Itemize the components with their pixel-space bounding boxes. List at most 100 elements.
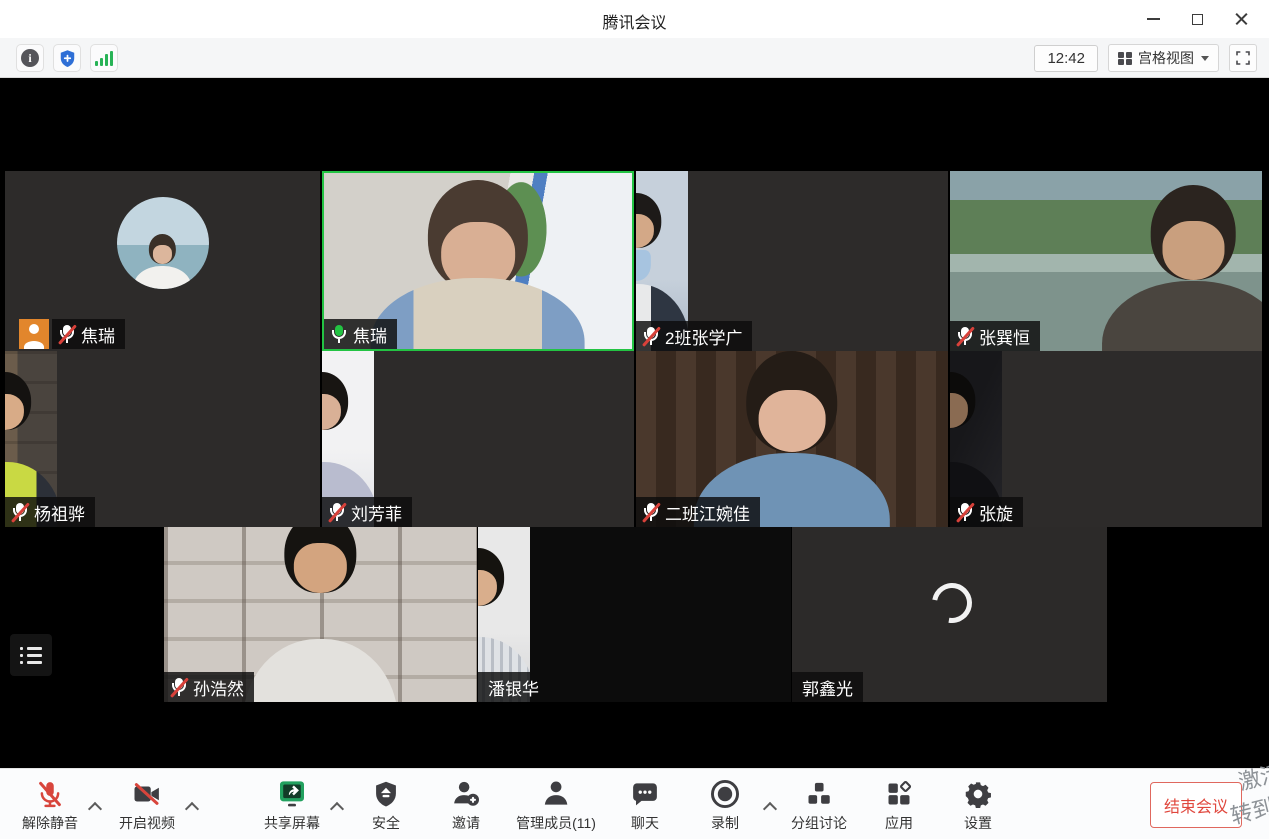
apps-label: 应用 (885, 813, 913, 833)
tencent-meeting-window: 腾讯会议 i 12:42 宫格视图 (0, 0, 1269, 839)
nameplate: 刘芳菲 (322, 497, 412, 527)
window-controls (1131, 0, 1263, 38)
mic-muted-icon (171, 677, 187, 698)
participant-tile[interactable]: 二班江婉佳 (636, 351, 948, 527)
meeting-timer: 12:42 (1034, 45, 1098, 72)
share-screen-button[interactable]: 共享屏幕 (264, 777, 320, 833)
participant-tile[interactable]: 杨祖骅 (5, 351, 320, 527)
participant-name: 孙浩然 (193, 675, 244, 700)
security-button[interactable]: 安全 (372, 777, 400, 833)
mic-muted-icon (643, 502, 659, 523)
control-toolbar: 解除静音 开启视频 共享屏幕 安全 邀请 管理成员(11) 聊天 (0, 768, 1269, 839)
member-list-toggle-button[interactable] (10, 634, 52, 676)
network-status-button[interactable] (90, 44, 118, 72)
minimize-button[interactable] (1131, 0, 1175, 38)
apps-button[interactable]: 应用 (885, 777, 913, 833)
mic-muted-icon (329, 502, 345, 523)
participant-tile-speaking[interactable]: 焦瑞 (322, 171, 634, 351)
nameplate: 杨祖骅 (5, 497, 95, 527)
record-icon (709, 778, 741, 810)
window-title: 腾讯会议 (0, 9, 1269, 33)
face-mask (636, 250, 650, 282)
security-label: 安全 (372, 813, 400, 833)
record-button[interactable]: 录制 (709, 777, 741, 833)
settings-gear-icon (964, 780, 992, 808)
nameplate: 焦瑞 (324, 319, 397, 349)
participant-tile[interactable]: 张旋 (950, 351, 1262, 527)
nameplate: 郭鑫光 (792, 672, 863, 702)
chat-button[interactable]: 聊天 (630, 777, 660, 833)
members-icon (541, 779, 571, 809)
chat-bubble-icon (630, 779, 660, 809)
camera-off-icon (131, 779, 163, 809)
participant-tile[interactable]: 焦瑞 (5, 171, 320, 351)
fullscreen-icon (1235, 50, 1251, 66)
meeting-protect-button[interactable] (53, 44, 81, 72)
settings-label: 设置 (964, 813, 992, 833)
breakout-squares-icon (805, 780, 833, 808)
mic-muted-icon (59, 324, 75, 345)
participant-tile[interactable]: 张巽恒 (950, 171, 1262, 351)
participant-name: 潘银华 (488, 675, 539, 700)
grid-view-icon (1118, 52, 1131, 65)
nameplate: 焦瑞 (19, 319, 125, 349)
participant-name: 杨祖骅 (34, 500, 85, 525)
nameplate: 孙浩然 (164, 672, 254, 702)
start-video-label: 开启视频 (119, 813, 175, 833)
mic-muted-icon (35, 779, 65, 809)
breakout-rooms-button[interactable]: 分组讨论 (791, 777, 847, 833)
nameplate: 张巽恒 (950, 321, 1040, 351)
shield-plus-icon (58, 49, 77, 68)
layout-view-selector[interactable]: 宫格视图 (1108, 44, 1219, 72)
nameplate: 张旋 (950, 497, 1023, 527)
mic-muted-icon (957, 502, 973, 523)
mic-on-icon (331, 324, 347, 345)
nameplate: 2班张学广 (636, 321, 752, 351)
share-options-chevron[interactable] (332, 801, 342, 811)
participant-name: 焦瑞 (353, 322, 387, 347)
end-meeting-button[interactable]: 结束会议 (1150, 782, 1242, 828)
signal-icon (95, 50, 113, 66)
participant-name: 二班江婉佳 (665, 500, 750, 525)
participant-name: 张旋 (979, 500, 1013, 525)
participant-tile[interactable]: 潘银华 (478, 527, 791, 702)
participant-tile[interactable]: 郭鑫光 (792, 527, 1107, 702)
security-shield-icon (372, 780, 400, 808)
maximize-button[interactable] (1175, 0, 1219, 38)
nameplate: 潘银华 (478, 672, 549, 702)
titlebar: 腾讯会议 (0, 0, 1269, 38)
settings-button[interactable]: 设置 (964, 777, 992, 833)
participant-name: 刘芳菲 (351, 500, 402, 525)
nameplate: 二班江婉佳 (636, 497, 760, 527)
manage-members-button[interactable]: 管理成员(11) (516, 777, 596, 833)
mic-muted-icon (957, 326, 973, 347)
meeting-info-button[interactable]: i (16, 44, 44, 72)
start-video-button[interactable]: 开启视频 (119, 777, 175, 833)
participant-name: 2班张学广 (665, 324, 742, 349)
manage-members-label: 管理成员(11) (516, 813, 596, 833)
participant-tile[interactable]: 刘芳菲 (322, 351, 634, 527)
mic-options-chevron[interactable] (90, 801, 100, 811)
mic-muted-icon (12, 502, 28, 523)
apps-grid-icon (885, 780, 913, 808)
breakout-label: 分组讨论 (791, 813, 847, 833)
participant-tile[interactable]: 孙浩然 (164, 527, 477, 702)
record-options-chevron[interactable] (765, 801, 775, 811)
unmute-label: 解除静音 (22, 813, 78, 833)
participant-name: 郭鑫光 (802, 675, 853, 700)
list-icon (20, 647, 42, 664)
loading-spinner-icon (924, 575, 980, 631)
share-screen-icon (276, 778, 308, 810)
video-grid: 焦瑞 焦瑞 2班张学广 张巽恒 (0, 78, 1269, 768)
info-icon: i (21, 49, 39, 67)
invite-label: 邀请 (452, 813, 480, 833)
unmute-button[interactable]: 解除静音 (22, 777, 78, 833)
participant-tile[interactable]: 2班张学广 (636, 171, 948, 351)
fullscreen-button[interactable] (1229, 44, 1257, 72)
status-toolbar: i 12:42 宫格视图 (0, 38, 1269, 78)
chevron-down-icon (1201, 56, 1209, 61)
close-button[interactable] (1219, 0, 1263, 38)
video-options-chevron[interactable] (187, 801, 197, 811)
invite-button[interactable]: 邀请 (451, 777, 481, 833)
participant-name: 张巽恒 (979, 324, 1030, 349)
